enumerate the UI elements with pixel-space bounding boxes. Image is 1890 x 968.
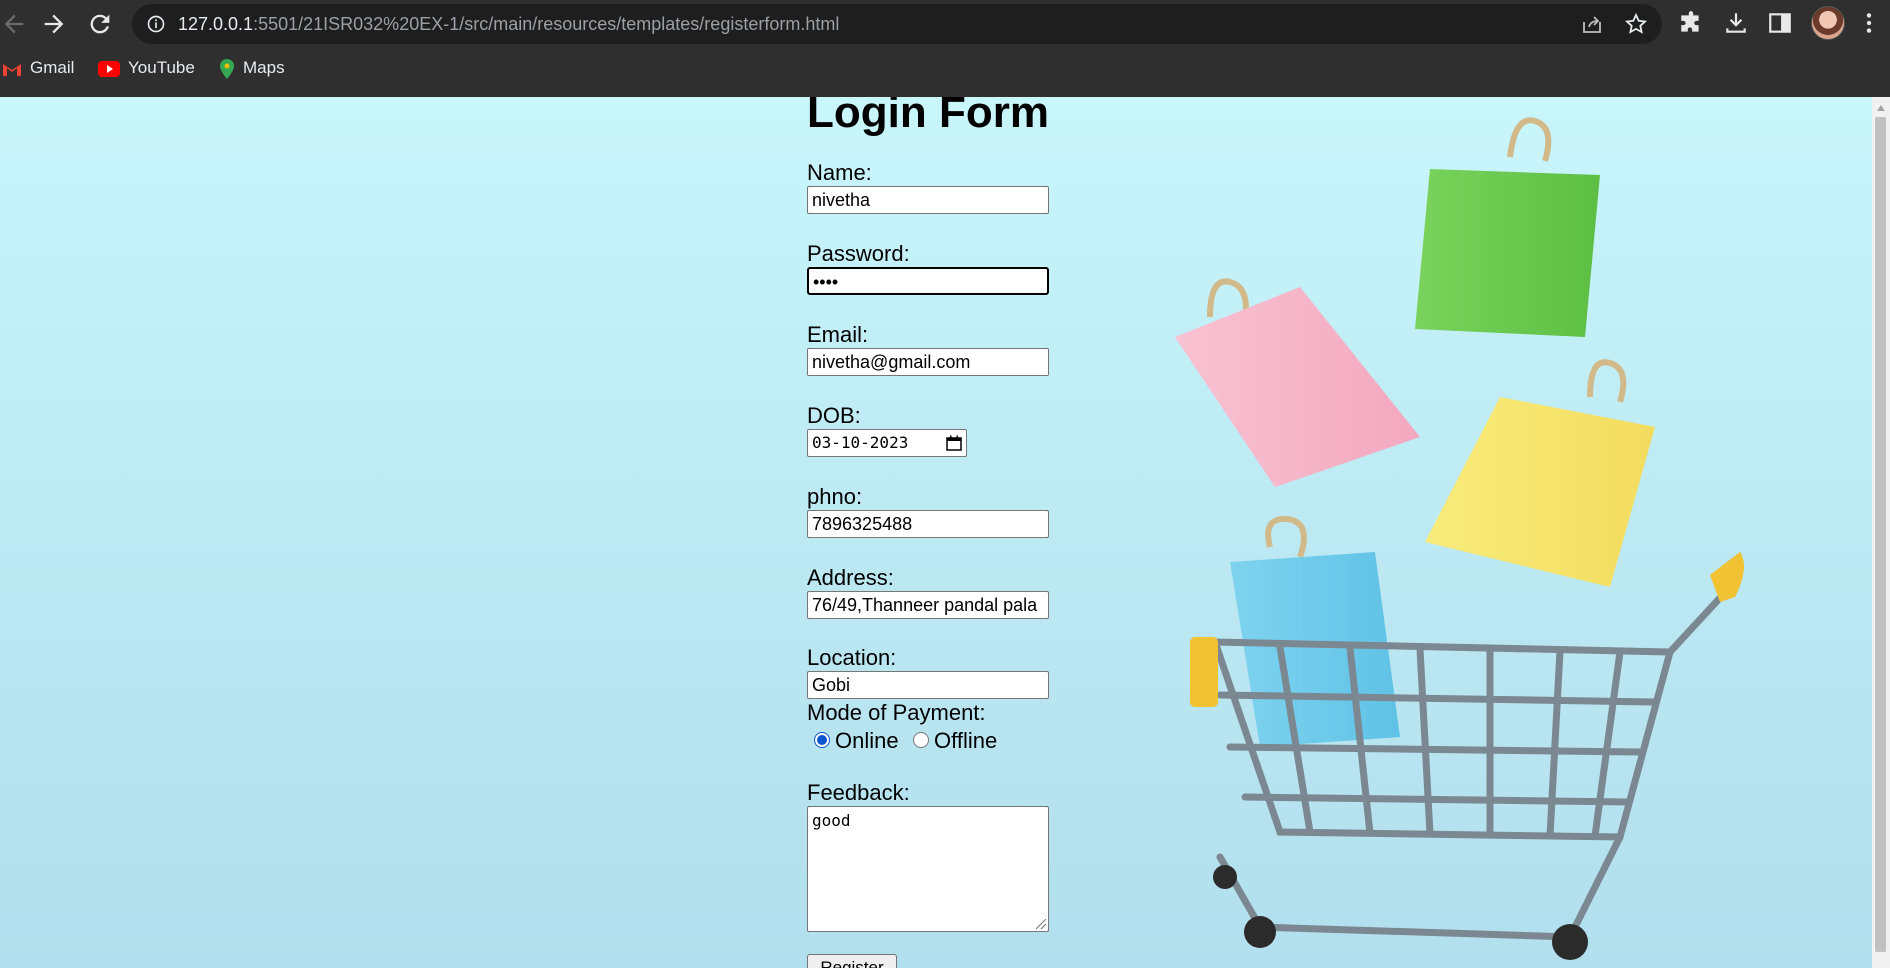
email-input[interactable]: nivetha@gmail.com [807,348,1049,376]
url-path: :5501/21ISR032%20EX-1/src/main/resources… [253,14,840,34]
dob-date-input[interactable]: 03-10-2023 [807,429,967,457]
browser-chrome: 127.0.0.1:5501/21ISR032%20EX-1/src/main/… [0,0,1890,97]
bookmark-gmail[interactable]: Gmail [2,58,74,78]
payment-online-label[interactable]: Online [835,728,899,754]
feedback-textarea[interactable]: good [807,806,1049,932]
menu-kebab-icon[interactable] [1856,10,1882,36]
payment-offline-label[interactable]: Offline [934,728,997,754]
payment-offline-radio[interactable] [913,732,929,748]
gmail-icon [3,63,21,76]
resize-grip-icon[interactable] [1036,919,1046,929]
location-label: Location: [807,645,897,670]
address-input[interactable]: 76/49,Thanneer pandal pala [807,591,1049,619]
address-label: Address: [807,565,894,590]
dob-label: DOB: [807,403,861,428]
youtube-icon [98,60,120,77]
bookmark-star-icon[interactable] [1624,12,1648,36]
page-scrollbar[interactable] [1872,97,1890,968]
scroll-up-icon[interactable] [1877,105,1885,111]
shopping-cart-illustration [1175,117,1744,960]
scrollbar-thumb[interactable] [1875,117,1886,952]
maps-pin-icon [220,58,234,79]
password-input[interactable]: •••• [807,267,1049,295]
login-form: Login Form Name: nivetha Password: •••• … [807,97,1127,968]
profile-avatar[interactable] [1811,6,1845,40]
reload-icon[interactable] [86,10,114,38]
password-label: Password: [807,241,910,266]
bookmark-maps[interactable]: Maps [219,58,285,79]
bookmark-label: Gmail [30,58,75,77]
dob-value: 03-10-2023 [812,433,909,452]
forward-arrow-icon[interactable] [40,10,68,38]
feedback-value: good [812,811,851,830]
page-title: Login Form [807,97,1049,137]
bookmark-youtube[interactable]: YouTube [98,58,195,78]
name-label: Name: [807,160,872,185]
payment-online-radio[interactable] [814,732,830,748]
phno-input[interactable]: 7896325488 [807,510,1049,538]
location-input[interactable]: Gobi [807,671,1049,699]
address-bar[interactable]: 127.0.0.1:5501/21ISR032%20EX-1/src/main/… [132,4,1662,44]
email-label: Email: [807,322,869,347]
url-host: 127.0.0.1 [178,14,254,34]
back-arrow-icon[interactable] [0,10,28,38]
url-text[interactable]: 127.0.0.1:5501/21ISR032%20EX-1/src/main/… [178,14,839,35]
register-button[interactable]: Register [807,954,897,968]
payment-label: Mode of Payment: [807,700,986,725]
phno-label: phno: [807,484,863,509]
bookmark-label: YouTube [128,58,195,77]
extensions-puzzle-icon[interactable] [1678,10,1704,36]
page-viewport: Login Form Name: nivetha Password: •••• … [0,97,1872,968]
calendar-icon[interactable] [946,435,962,451]
site-info-icon[interactable] [146,14,166,34]
bookmark-label: Maps [243,58,285,77]
feedback-label: Feedback: [807,780,910,805]
download-icon[interactable] [1723,10,1749,36]
name-input[interactable]: nivetha [807,186,1049,214]
share-icon[interactable] [1580,12,1604,36]
side-panel-icon[interactable] [1767,10,1793,36]
